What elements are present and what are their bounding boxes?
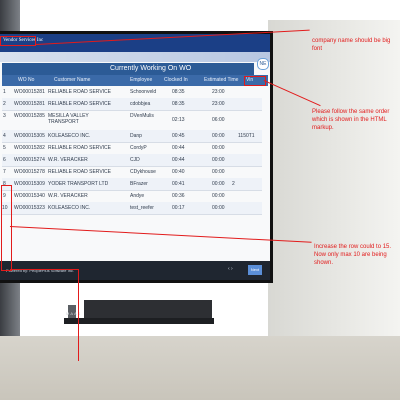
- row-index: 6: [3, 157, 6, 163]
- employee-name: Andye: [130, 193, 145, 199]
- clocked-in-time: 08:35: [172, 89, 185, 95]
- row-index: 1: [3, 89, 6, 95]
- column-header-customer[interactable]: Customer Name: [42, 75, 140, 86]
- clocked-in-time: 00:41: [172, 181, 185, 187]
- column-header-index: [2, 75, 16, 86]
- employee-name: Schoonveld: [130, 89, 157, 95]
- column-header-wo-no[interactable]: WO No: [16, 75, 44, 86]
- row-index: 4: [3, 133, 6, 139]
- customer-name: MESILLA VALLEY TRANSPORT: [48, 113, 89, 125]
- wo-number: WO00015282: [14, 145, 45, 151]
- wo-number: WO00015274: [14, 157, 45, 163]
- column-header-employee[interactable]: Employee: [128, 75, 158, 86]
- row-index: 2: [3, 101, 6, 107]
- wo-number: WO00015323: [14, 205, 45, 211]
- estimated-time: 00:00: [212, 157, 225, 163]
- table-row[interactable]: 3 WO00015285 MESILLA VALLEY TRANSPORT DV…: [2, 110, 262, 131]
- estimated-time: 00:00: [212, 205, 225, 211]
- customer-name: KOLEASECO INC.: [48, 205, 91, 211]
- clocked-in-time: 00:45: [172, 133, 185, 139]
- annotation-font-note: company name should be big font: [312, 38, 391, 52]
- room-floor: [0, 336, 400, 400]
- wo-number: WO00015305: [14, 133, 45, 139]
- brand-logo-icon: NE: [257, 58, 269, 70]
- estimated-time: 23:00: [212, 89, 225, 95]
- title-stripe: [0, 52, 270, 62]
- estimated-time: 23:00: [212, 101, 225, 107]
- estimated-time: 00:00: [212, 145, 225, 151]
- row-index: 5: [3, 145, 6, 151]
- pager-arrows[interactable]: ‹ ›: [228, 266, 233, 272]
- annotation-bracket-bottom: [10, 269, 78, 270]
- board-header: Currently Working On WO: [2, 63, 254, 75]
- annotation-row-count-box: [1, 185, 12, 271]
- wo-number: WO00015281: [14, 89, 45, 95]
- annotation-rows-note: Increase the row could to 15. Now only m…: [314, 244, 392, 266]
- clocked-in-time: 00:36: [172, 193, 185, 199]
- company-name-highlight: [0, 36, 36, 46]
- estimated-time: 00:00: [212, 169, 225, 175]
- row-index: 3: [3, 113, 6, 119]
- employee-name: CDykhouse: [130, 169, 156, 175]
- estimated-time: 00:00: [212, 133, 225, 139]
- customer-name: RELIABLE ROAD SERVICE: [48, 89, 111, 95]
- screen-footer: Powered by: PeoplePlus Software Inc. ‹ ›…: [0, 261, 270, 280]
- board-title: Currently Working On WO: [110, 65, 192, 72]
- row-index: 7: [3, 169, 6, 175]
- wo-number: WO00015281: [14, 101, 45, 107]
- customer-name: RELIABLE ROAD SERVICE: [48, 145, 111, 151]
- wo-number: WO00015285: [14, 113, 45, 119]
- employee-name: Danp: [130, 133, 142, 139]
- tv-brand-label: MAAS: [66, 311, 82, 316]
- clocked-in-time: 00:44: [172, 157, 185, 163]
- employee-name: test_reefer: [130, 205, 154, 211]
- customer-name: KOLEASECO INC.: [48, 133, 91, 139]
- employee-name: BFrazer: [130, 181, 148, 187]
- tv-stand-base: [64, 318, 214, 324]
- customer-name: RELIABLE ROAD SERVICE: [48, 101, 111, 107]
- annotation-order-note: Please follow the same order which is sh…: [312, 109, 390, 131]
- clocked-in-time: 00:44: [172, 145, 185, 151]
- column-header-clocked-in[interactable]: Clocked In: [156, 75, 198, 86]
- next-page-button[interactable]: Next: [248, 265, 262, 275]
- clocked-in-time: 00:17: [172, 205, 185, 211]
- customer-name: RELIABLE ROAD SERVICE: [48, 169, 111, 175]
- customer-name: W.R. VERACKER: [48, 157, 88, 163]
- customer-name: YODER TRANSPORT LTD: [48, 181, 109, 187]
- table-row[interactable]: 10 WO00015323 KOLEASECO INC. test_reefer…: [2, 202, 262, 215]
- wo-number: WO00015340: [14, 193, 45, 199]
- estimated-time: 00:00: [212, 193, 225, 199]
- estimated-time: 06:00: [212, 117, 225, 123]
- employee-name: cdobbjea: [130, 101, 151, 107]
- tv-screen: Vendor Services Inc NE Currently Working…: [0, 34, 270, 280]
- wo-number: WO00015278: [14, 169, 45, 175]
- customer-name: W.R. VERACKER: [48, 193, 88, 199]
- annotation-header-box: [244, 76, 266, 86]
- clocked-in-time: 02:13: [172, 117, 185, 123]
- room-wall-right: [268, 20, 400, 336]
- wo-number: WO00015309: [14, 181, 45, 187]
- employee-name: DVenMulis: [130, 113, 154, 119]
- clocked-in-time: 00:40: [172, 169, 185, 175]
- estimated-time: 00:00: [212, 181, 225, 187]
- clocked-in-time: 08:35: [172, 101, 185, 107]
- vin-value: 1150T1: [238, 133, 255, 139]
- annotation-bracket-vertical: [78, 269, 79, 361]
- employee-name: CordyP: [130, 145, 147, 151]
- employee-name: CJD: [130, 157, 140, 163]
- column-header-estimated-time[interactable]: Estimated Time: [198, 75, 240, 86]
- vin-value: 2: [232, 181, 235, 187]
